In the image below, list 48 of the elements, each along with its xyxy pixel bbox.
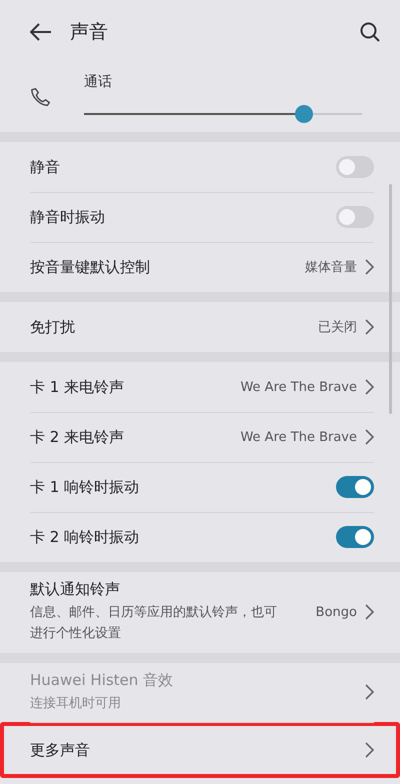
setting-label: 免打扰 [30, 318, 76, 336]
toggle-switch[interactable] [336, 476, 374, 498]
setting-row[interactable]: 免打扰 已关闭 [0, 302, 400, 352]
setting-label: 更多声音 [30, 740, 91, 760]
slider-thumb[interactable] [294, 105, 313, 123]
setting-value: 已关闭 [318, 319, 357, 336]
setting-label: Huawei Histen 音效 [30, 670, 174, 690]
setting-row[interactable]: 卡 1 来电铃声 We Are The Brave [0, 362, 400, 412]
chevron-right-icon [365, 684, 374, 700]
search-icon [360, 22, 380, 42]
chevron-right-icon [365, 319, 374, 335]
highlighted-setting-row[interactable]: 更多声音 [0, 722, 400, 778]
toggle-switch[interactable] [336, 156, 374, 178]
setting-value: We Are The Brave [240, 380, 357, 394]
search-button[interactable] [360, 22, 380, 42]
back-button[interactable] [30, 23, 52, 41]
phone-icon [30, 87, 52, 109]
setting-row[interactable]: 卡 2 响铃时振动 [0, 512, 400, 562]
setting-label: 按音量键默认控制 [30, 258, 151, 276]
setting-row[interactable]: 静音时振动 [0, 192, 400, 242]
setting-summary: 信息、邮件、日历等应用的默认铃声，也可进行个性化设置 [30, 604, 278, 643]
back-arrow-icon [30, 23, 52, 41]
setting-label: 静音 [30, 158, 61, 176]
setting-value: 媒体音量 [305, 259, 357, 276]
setting-value: Bongo [316, 604, 357, 620]
toggle-switch[interactable] [336, 206, 374, 228]
setting-label: 卡 2 响铃时振动 [30, 528, 140, 546]
page-title: 声音 [70, 20, 109, 45]
volume-label: 通话 [84, 73, 113, 91]
setting-label: 默认通知铃声 [30, 580, 121, 599]
chevron-right-icon [365, 604, 374, 620]
setting-label: 卡 1 响铃时振动 [30, 478, 140, 496]
setting-label: 卡 2 来电铃声 [30, 428, 126, 446]
chevron-right-icon [365, 429, 374, 445]
setting-label: 静音时振动 [30, 208, 106, 226]
setting-row[interactable]: 按音量键默认控制 媒体音量 [0, 242, 400, 292]
setting-value: We Are The Brave [240, 430, 357, 444]
setting-row[interactable]: 卡 2 来电铃声 We Are The Brave [0, 412, 400, 462]
setting-row[interactable]: 静音 [0, 142, 400, 192]
toggle-switch[interactable] [336, 526, 374, 548]
chevron-right-icon [365, 259, 374, 275]
setting-label: 卡 1 来电铃声 [30, 378, 126, 396]
setting-row[interactable]: 默认通知铃声 信息、邮件、日历等应用的默认铃声，也可进行个性化设置 Bongo [0, 572, 400, 653]
chevron-right-icon [365, 379, 374, 395]
setting-row[interactable]: 卡 1 响铃时振动 [0, 462, 400, 512]
chevron-right-icon [365, 742, 374, 758]
scrollbar[interactable] [389, 184, 392, 414]
setting-summary: 连接耳机时可用 [30, 694, 122, 713]
